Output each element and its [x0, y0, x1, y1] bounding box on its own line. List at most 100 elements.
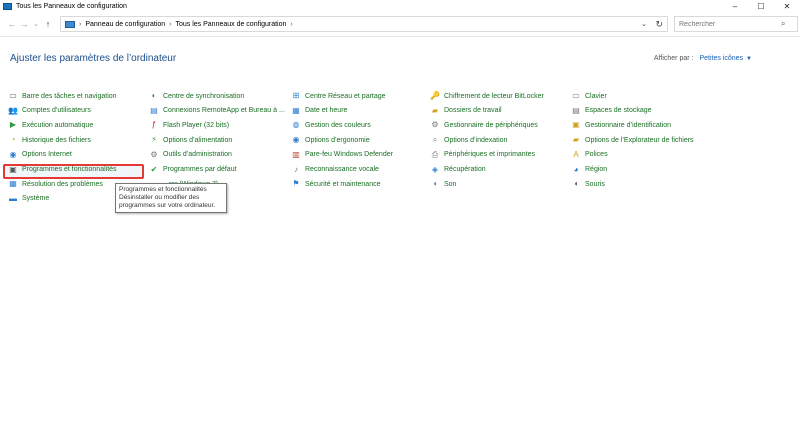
control-panel-item-label[interactable]: Programmes et fonctionnalités: [22, 166, 117, 173]
control-panel-item-label[interactable]: Historique des fichiers: [22, 137, 91, 144]
breadcrumb-control-panel[interactable]: Panneau de configuration: [85, 21, 165, 28]
control-panel-item-label[interactable]: Système: [22, 195, 49, 202]
indexing-options-icon: ⌕: [432, 135, 438, 145]
control-panel-item-label[interactable]: Barre des tâches et navigation: [22, 93, 117, 100]
view-by-value[interactable]: Petites icônes: [699, 55, 743, 62]
control-panel-item[interactable]: 👥 Comptes d’utilisateurs: [8, 105, 91, 117]
control-panel-item[interactable]: ◔ Historique des fichiers: [8, 134, 91, 146]
security-maintenance-icon: ⚑: [292, 179, 300, 189]
control-panel-item[interactable]: ▰ Options de l’Explorateur de fichiers: [571, 134, 694, 146]
minimize-button[interactable]: –: [722, 0, 748, 13]
search-input[interactable]: [675, 17, 781, 31]
control-panel-item-label[interactable]: Gestionnaire de périphériques: [444, 122, 538, 129]
dropdown-caret-icon[interactable]: ▼: [746, 56, 752, 62]
breadcrumb-separator-icon[interactable]: ›: [290, 21, 292, 28]
maximize-button[interactable]: ☐: [748, 0, 774, 13]
control-panel-item-label[interactable]: Périphériques et imprimantes: [444, 151, 535, 158]
control-panel-item[interactable]: ▰ Dossiers de travail: [430, 105, 502, 117]
credential-manager-icon: ▣: [572, 120, 580, 130]
control-panel-item[interactable]: ◐ Centre de synchronisation: [149, 90, 245, 102]
control-panel-item-label[interactable]: Centre de synchronisation: [163, 93, 244, 100]
up-arrow-icon[interactable]: ↑: [42, 17, 54, 31]
control-panel-item-label[interactable]: Outils d’administration: [163, 151, 232, 158]
control-panel-item-label[interactable]: Région: [585, 166, 607, 173]
address-dropdown-icon[interactable]: ⌄: [641, 20, 647, 28]
control-panel-item-label[interactable]: Connexions RemoteApp et Bureau à ...: [163, 107, 285, 114]
control-panel-item[interactable]: ◉ Options Internet: [8, 149, 72, 161]
control-panel-item-label[interactable]: Espaces de stockage: [585, 107, 652, 114]
control-panel-item[interactable]: ◖ Souris: [571, 178, 605, 190]
control-panel-item[interactable]: ✔ Programmes par défaut: [149, 164, 237, 176]
control-panel-item-label[interactable]: Sécurité et maintenance: [305, 181, 381, 188]
control-panel-item-label[interactable]: Flash Player (32 bits): [163, 122, 229, 129]
control-panel-item[interactable]: ⚙ Gestionnaire de périphériques: [430, 119, 538, 131]
forward-arrow-icon[interactable]: →: [18, 17, 30, 31]
control-panel-item-label[interactable]: Gestion des couleurs: [305, 122, 371, 129]
control-panel-item[interactable]: ▥ Pare-feu Windows Defender: [291, 149, 393, 161]
control-panel-item[interactable]: 🔑 Chiffrement de lecteur BitLocker: [430, 90, 544, 102]
network-center-icon: ⊞: [292, 91, 300, 100]
control-panel-item[interactable]: ⎙ Périphériques et imprimantes: [430, 149, 535, 161]
control-panel-item[interactable]: ƒ Flash Player (32 bits): [149, 119, 229, 131]
view-by-dropdown[interactable]: Petites icônes ▼: [699, 55, 752, 62]
control-panel-item[interactable]: ◈ Récupération: [430, 164, 486, 176]
control-panel-item[interactable]: ▬ Système: [8, 193, 49, 205]
control-panel-item[interactable]: ◉ Options d’ergonomie: [291, 134, 370, 146]
control-panel-item[interactable]: ⚡ Options d’alimentation: [149, 134, 232, 146]
devices-printers-icon: ⎙: [431, 149, 439, 159]
control-panel-item-label[interactable]: Clavier: [585, 93, 607, 100]
breadcrumb-separator-icon[interactable]: ›: [169, 21, 171, 28]
control-panel-item-label[interactable]: Options de l’Explorateur de fichiers: [585, 137, 694, 144]
control-panel-item-label[interactable]: Programmes par défaut: [163, 166, 237, 173]
control-panel-item-label[interactable]: Récupération: [444, 166, 486, 173]
tooltip-description: Désinstaller ou modifier des programmes …: [119, 194, 216, 209]
control-panel-item-label[interactable]: Souris: [585, 181, 605, 188]
control-panel-item[interactable]: ⊞ Centre Réseau et partage: [291, 90, 386, 102]
control-panel-item-label[interactable]: Comptes d’utilisateurs: [22, 107, 91, 114]
control-panel-item[interactable]: ▦ Résolution des problèmes: [8, 178, 103, 190]
control-panel-item[interactable]: ◍ Gestion des couleurs: [291, 119, 371, 131]
control-panel-item[interactable]: ▭ Clavier: [571, 90, 607, 102]
control-panel-item[interactable]: ♪ Reconnaissance vocale: [291, 164, 379, 176]
control-panel-item[interactable]: ▣ Programmes et fonctionnalités: [8, 164, 117, 176]
control-panel-item[interactable]: ▤ Espaces de stockage: [571, 105, 652, 117]
back-arrow-icon[interactable]: ←: [6, 17, 18, 31]
control-panel-item[interactable]: ◕ Région: [571, 164, 608, 176]
address-bar[interactable]: › Panneau de configuration › Tous les Pa…: [60, 16, 668, 32]
control-panel-item[interactable]: ⚑ Sécurité et maintenance: [291, 178, 381, 190]
control-panel-item-label[interactable]: Gestionnaire d’identification: [585, 122, 671, 129]
control-panel-item-label[interactable]: Exécution automatique: [22, 122, 93, 129]
control-panel-item-label[interactable]: Reconnaissance vocale: [305, 166, 379, 173]
recent-locations-chevron-icon[interactable]: ⌄: [30, 17, 42, 31]
control-panel-item-label[interactable]: Options d’alimentation: [163, 137, 232, 144]
control-panel-item[interactable]: ▣ Gestionnaire d’identification: [571, 119, 671, 131]
search-icon[interactable]: ⌕: [781, 19, 785, 29]
close-button[interactable]: ✕: [774, 0, 800, 13]
control-panel-item[interactable]: ▶ Exécution automatique: [8, 119, 93, 131]
control-panel-item[interactable]: ⌕ Options d’indexation: [430, 134, 508, 146]
control-panel-item[interactable]: ▦ Date et heure: [291, 105, 347, 117]
control-panel-item-label[interactable]: Centre Réseau et partage: [305, 93, 386, 100]
control-panel-item-label[interactable]: Options d’ergonomie: [305, 137, 370, 144]
control-panel-item-label[interactable]: Résolution des problèmes: [22, 181, 103, 188]
troubleshoot-icon: ▦: [9, 179, 17, 189]
control-panel-item[interactable]: ▭ Barre des tâches et navigation: [8, 90, 117, 102]
breadcrumb-all-control-panel-items[interactable]: Tous les Panneaux de configuration: [175, 21, 286, 28]
control-panel-item-label[interactable]: Options Internet: [22, 151, 72, 158]
search-box[interactable]: ⌕: [674, 16, 798, 32]
control-panel-item-label[interactable]: Dossiers de travail: [444, 107, 502, 114]
control-panel-item-label[interactable]: Date et heure: [305, 107, 347, 114]
control-panel-item[interactable]: ⚙ Outils d’administration: [149, 149, 232, 161]
control-panel-item-label[interactable]: Son: [444, 181, 456, 188]
user-accounts-icon: 👥: [8, 105, 18, 115]
tooltip: Programmes et fonctionnalités Désinstall…: [115, 183, 227, 213]
refresh-icon[interactable]: ↻: [655, 19, 663, 30]
control-panel-item[interactable]: A Polices: [571, 149, 608, 161]
control-panel-item-label[interactable]: Pare-feu Windows Defender: [305, 151, 393, 158]
breadcrumb-separator-icon[interactable]: ›: [79, 21, 81, 28]
control-panel-item[interactable]: ▤ Connexions RemoteApp et Bureau à ...: [149, 105, 285, 117]
control-panel-item[interactable]: ◖ Son: [430, 178, 457, 190]
control-panel-item-label[interactable]: Options d’indexation: [444, 137, 507, 144]
control-panel-item-label[interactable]: Polices: [585, 151, 608, 158]
control-panel-item-label[interactable]: Chiffrement de lecteur BitLocker: [444, 93, 544, 100]
